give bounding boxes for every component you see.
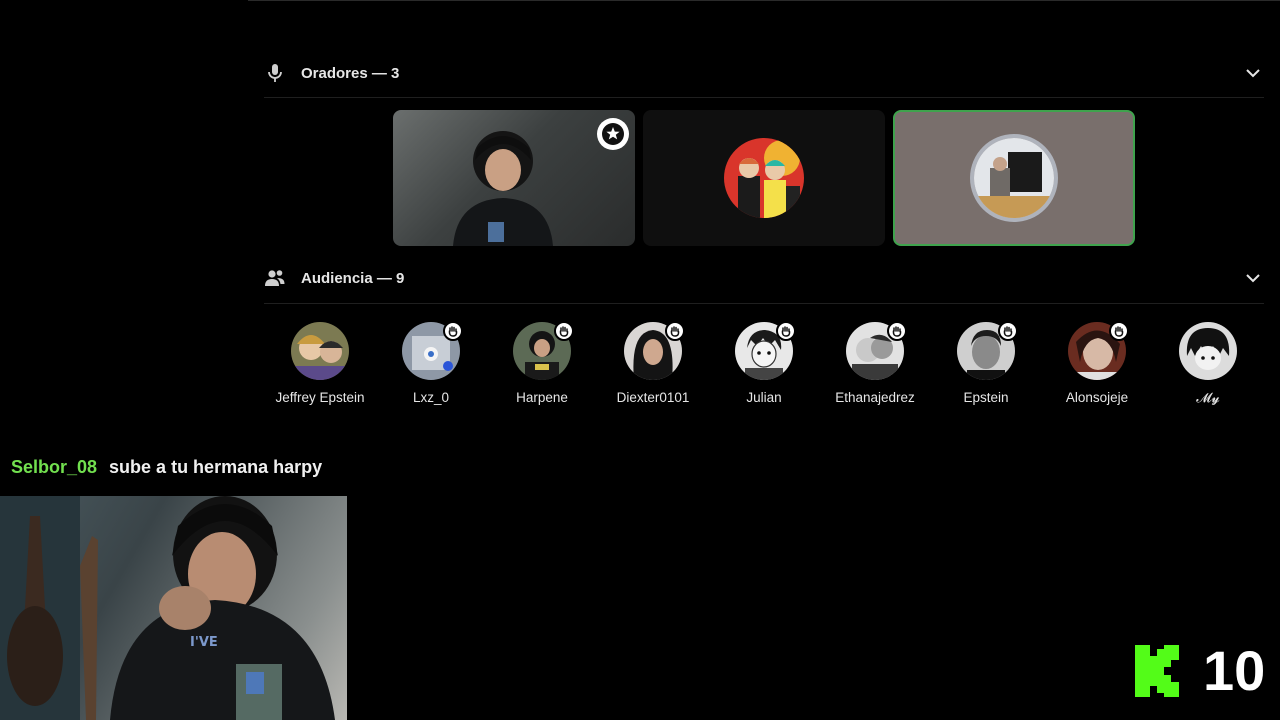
chat-username: Selbor_08 — [11, 457, 98, 477]
audience-name: 𝓜𝔂 — [1196, 390, 1220, 405]
raised-hand-icon — [554, 321, 574, 341]
audience-member[interactable]: Lxz_0 — [376, 321, 486, 405]
avatar — [624, 321, 685, 380]
chevron-down-icon[interactable] — [1242, 267, 1264, 289]
audience-member[interactable]: Alonsojeje — [1042, 321, 1152, 405]
speaker-avatar — [974, 138, 1054, 218]
audience-member[interactable]: Harpene — [487, 321, 597, 405]
avatar — [1179, 322, 1237, 380]
audience-member[interactable]: 𝓜𝔂 — [1153, 322, 1263, 406]
audience-member[interactable]: Ethanajedrez — [820, 321, 930, 405]
audience-member[interactable]: Diexter0101 — [598, 321, 708, 405]
svg-text:I'VE: I'VE — [190, 635, 218, 650]
kick-logo — [1135, 645, 1183, 697]
raised-hand-icon — [443, 321, 463, 341]
audience-name: Lxz_0 — [412, 390, 450, 405]
raised-hand-icon — [1109, 321, 1129, 341]
moderator-badge-icon — [597, 118, 629, 150]
speakers-title: Oradores — 3 — [301, 64, 400, 82]
raised-hand-icon — [776, 321, 796, 341]
audience-name: Harpene — [516, 390, 568, 405]
audience-member[interactable]: Julian — [709, 321, 819, 405]
speakers-header[interactable]: Oradores — 3 — [264, 58, 1264, 88]
audience-name: Epstein — [963, 390, 1009, 405]
avatar — [735, 321, 796, 380]
chevron-down-icon[interactable] — [1242, 62, 1264, 84]
avatar — [957, 321, 1018, 380]
speaker-avatar — [724, 138, 804, 218]
microphone-icon — [264, 62, 286, 84]
speaker-video-image — [453, 131, 553, 246]
audience-divider — [264, 303, 1264, 304]
speakers-divider — [264, 97, 1264, 98]
top-divider — [248, 0, 1280, 1]
raised-hand-icon — [887, 321, 907, 341]
audience-name: Diexter0101 — [616, 390, 690, 405]
raised-hand-icon — [998, 321, 1018, 341]
audience-member[interactable]: Epstein — [931, 321, 1041, 405]
chat-text: sube a tu hermana harpy — [109, 457, 323, 477]
avatar — [846, 321, 907, 380]
speaker-tile-active[interactable] — [893, 110, 1135, 246]
audience-name: Julian — [746, 390, 782, 405]
viewer-count: 10 — [1203, 639, 1266, 702]
audience-member[interactable]: Jeffrey Epstein — [265, 322, 375, 405]
avatar — [402, 321, 463, 380]
avatar — [1068, 321, 1129, 380]
audience-name: Jeffrey Epstein — [275, 390, 365, 405]
audience-name: Alonsojeje — [1065, 390, 1129, 405]
audience-header[interactable]: Audiencia — 9 — [264, 263, 1264, 293]
speaker-tile-avatar[interactable] — [643, 110, 885, 246]
avatar — [291, 322, 349, 380]
chat-message: Selbor_08 sube a tu hermana harpy — [11, 457, 322, 478]
webcam-feed: I'VE — [0, 496, 347, 720]
avatar — [513, 321, 574, 380]
audience-title: Audiencia — 9 — [301, 269, 405, 287]
speaker-tile-camera[interactable] — [393, 110, 635, 246]
people-icon — [264, 267, 286, 289]
raised-hand-icon — [665, 321, 685, 341]
audience-name: Ethanajedrez — [835, 390, 915, 405]
